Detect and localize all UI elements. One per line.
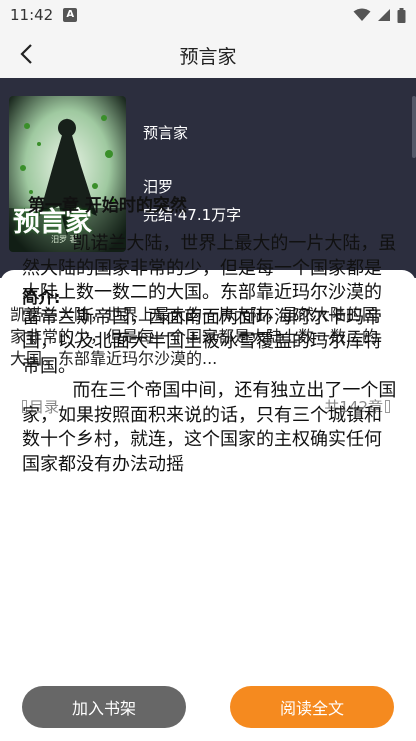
status-time: 11:42 [10,6,54,24]
top-nav-bar: 预言家 [0,30,416,78]
wifi-icon [353,8,371,21]
scrollbar[interactable] [412,96,416,158]
page-title: 预言家 [179,46,237,68]
status-icons [353,7,406,23]
status-bar: 11:42 A [0,0,416,30]
notification-a-icon: A [63,8,78,22]
read-full-button[interactable]: 阅读全文 [230,686,394,728]
chapter-paragraph: 凯诺兰大陆，世界上最大的一片大陆，虽然大陆的国家非常的少，但是每一个国家都是大陆… [22,233,397,377]
add-to-shelf-button[interactable]: 加入书架 [22,686,186,728]
signal-icon [378,9,390,21]
chapter-body: 凯诺兰大陆，世界上最大的一片大陆，虽然大陆的国家非常的少，但是每一个国家都是大陆… [22,232,398,477]
chapter-paragraph: 而在三个帝国中间，还有独立出了一个国家，如果按照面积来说的话，只有三个城镇和数十… [22,380,397,475]
book-cover[interactable]: 预言家 汨罗 著 [9,96,126,252]
chapter-title: 第一章 开始时的突然 [28,196,187,216]
book-title: 预言家 [143,124,189,142]
battery-icon [397,7,406,23]
